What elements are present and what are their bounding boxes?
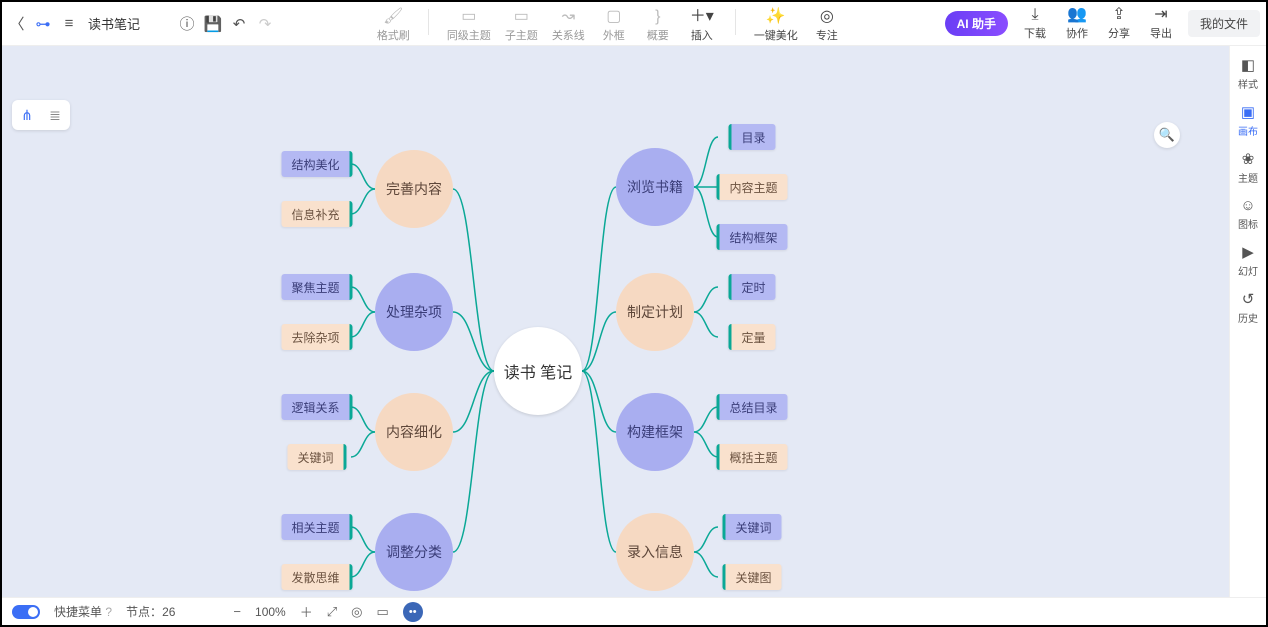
summary-button[interactable]: }概要 [643, 9, 673, 43]
status-bar: 快捷菜单 ? 节点：26 − 100% ＋ ⤢ ◎ ▭ •• [2, 597, 1266, 625]
search-icon[interactable]: 🔍 [1154, 122, 1180, 148]
branch-r4[interactable]: 录入信息 [616, 513, 694, 591]
export-button[interactable]: ⇥导出 [1146, 7, 1176, 41]
frame-button[interactable]: ▢外框 [599, 9, 629, 43]
leaf-r2a[interactable]: 定时 [728, 274, 775, 300]
branch-r2[interactable]: 制定计划 [616, 273, 694, 351]
beautify-button[interactable]: ✨一键美化 [754, 9, 798, 43]
branch-l4[interactable]: 调整分类 [375, 513, 453, 591]
locate-icon[interactable]: ◎ [351, 604, 362, 620]
ai-assistant-button[interactable]: AI 助手 [945, 11, 1008, 36]
relation-button[interactable]: ↝关系线 [552, 9, 585, 43]
redo-icon[interactable]: ↷ [256, 15, 274, 33]
leaf-r1a[interactable]: 目录 [728, 124, 775, 150]
leaf-r4a[interactable]: 关键词 [722, 514, 781, 540]
child-topic-button[interactable]: ▭子主题 [505, 9, 538, 43]
leaf-l1a[interactable]: 结构美化 [281, 151, 352, 177]
assistant-bot-icon[interactable]: •• [403, 602, 423, 622]
info-icon[interactable]: ⓘ [178, 15, 196, 33]
side-history[interactable]: ↺历史 [1238, 290, 1258, 325]
leaf-l4a[interactable]: 相关主题 [281, 514, 352, 540]
branch-r1[interactable]: 浏览书籍 [616, 148, 694, 226]
leaf-l3a[interactable]: 逻辑关系 [281, 394, 352, 420]
leaf-l3b[interactable]: 关键词 [287, 444, 346, 470]
mindmap-center[interactable]: 读书 笔记 [494, 327, 582, 415]
mindmap-canvas[interactable]: ⋔ ≣ 🔍 读书 笔记 完善内容结构美化信息补充处理杂项聚焦主题去除杂项内容细化逻… [2, 46, 1230, 597]
side-canvas[interactable]: ▣画布 [1238, 103, 1258, 138]
download-button[interactable]: ⤓下载 [1020, 7, 1050, 41]
back-icon[interactable]: 〈 [8, 15, 26, 33]
insert-button[interactable]: ＋▾插入 [687, 9, 717, 43]
side-style[interactable]: ◧样式 [1238, 56, 1258, 91]
sibling-topic-button[interactable]: ▭同级主题 [447, 9, 491, 43]
leaf-l2a[interactable]: 聚焦主题 [281, 274, 352, 300]
zoom-in-icon[interactable]: ＋ [300, 602, 313, 621]
document-title-input[interactable] [86, 15, 170, 32]
leaf-l1b[interactable]: 信息补充 [281, 201, 352, 227]
undo-icon[interactable]: ↶ [230, 15, 248, 33]
branch-r3[interactable]: 构建框架 [616, 393, 694, 471]
leaf-l4b[interactable]: 发散思维 [281, 564, 352, 590]
leaf-l2b[interactable]: 去除杂项 [281, 324, 352, 350]
branch-l1[interactable]: 完善内容 [375, 150, 453, 228]
save-icon[interactable]: 💾 [204, 15, 222, 33]
leaf-r2b[interactable]: 定量 [728, 324, 775, 350]
side-icons[interactable]: ☺图标 [1238, 197, 1258, 231]
share-view-icon[interactable]: ⋔ [16, 104, 38, 126]
quickmenu-label: 快捷菜单 ? [54, 603, 112, 620]
top-toolbar: 〈 ⊶ ≡ ⓘ 💾 ↶ ↷ 🖌格式刷 ▭同级主题 ▭子主题 ↝关系线 ▢外框 }… [2, 2, 1266, 46]
menu-icon[interactable]: ≡ [60, 15, 78, 33]
leaf-r1c[interactable]: 结构框架 [716, 224, 787, 250]
branch-l2[interactable]: 处理杂项 [375, 273, 453, 351]
mindmap-mode-icon[interactable]: ⊶ [34, 15, 52, 33]
zoom-level: 100% [255, 605, 286, 619]
outline-view-icon[interactable]: ≣ [44, 104, 66, 126]
format-painter-button[interactable]: 🖌格式刷 [377, 9, 410, 43]
collab-button[interactable]: 👥协作 [1062, 7, 1092, 41]
my-files-button[interactable]: 我的文件 [1188, 10, 1260, 37]
fit-icon[interactable]: ⤢ [327, 604, 337, 620]
minimap-icon[interactable]: ▭ [376, 604, 388, 620]
side-slideshow[interactable]: ▶幻灯 [1238, 243, 1258, 278]
side-theme[interactable]: ❀主题 [1238, 150, 1258, 185]
view-switch: ⋔ ≣ [12, 100, 70, 130]
quickmenu-toggle[interactable] [12, 605, 40, 619]
node-count: 节点：26 [126, 603, 175, 620]
focus-button[interactable]: ◎专注 [812, 9, 842, 43]
branch-l3[interactable]: 内容细化 [375, 393, 453, 471]
leaf-r4b[interactable]: 关键图 [722, 564, 781, 590]
leaf-r3a[interactable]: 总结目录 [716, 394, 787, 420]
right-sidebar: ◧样式 ▣画布 ❀主题 ☺图标 ▶幻灯 ↺历史 [1229, 46, 1266, 597]
zoom-out-icon[interactable]: − [233, 604, 241, 619]
leaf-r1b[interactable]: 内容主题 [716, 174, 787, 200]
mindmap-links [2, 46, 1230, 597]
share-button[interactable]: ⇪分享 [1104, 7, 1134, 41]
leaf-r3b[interactable]: 概括主题 [716, 444, 787, 470]
